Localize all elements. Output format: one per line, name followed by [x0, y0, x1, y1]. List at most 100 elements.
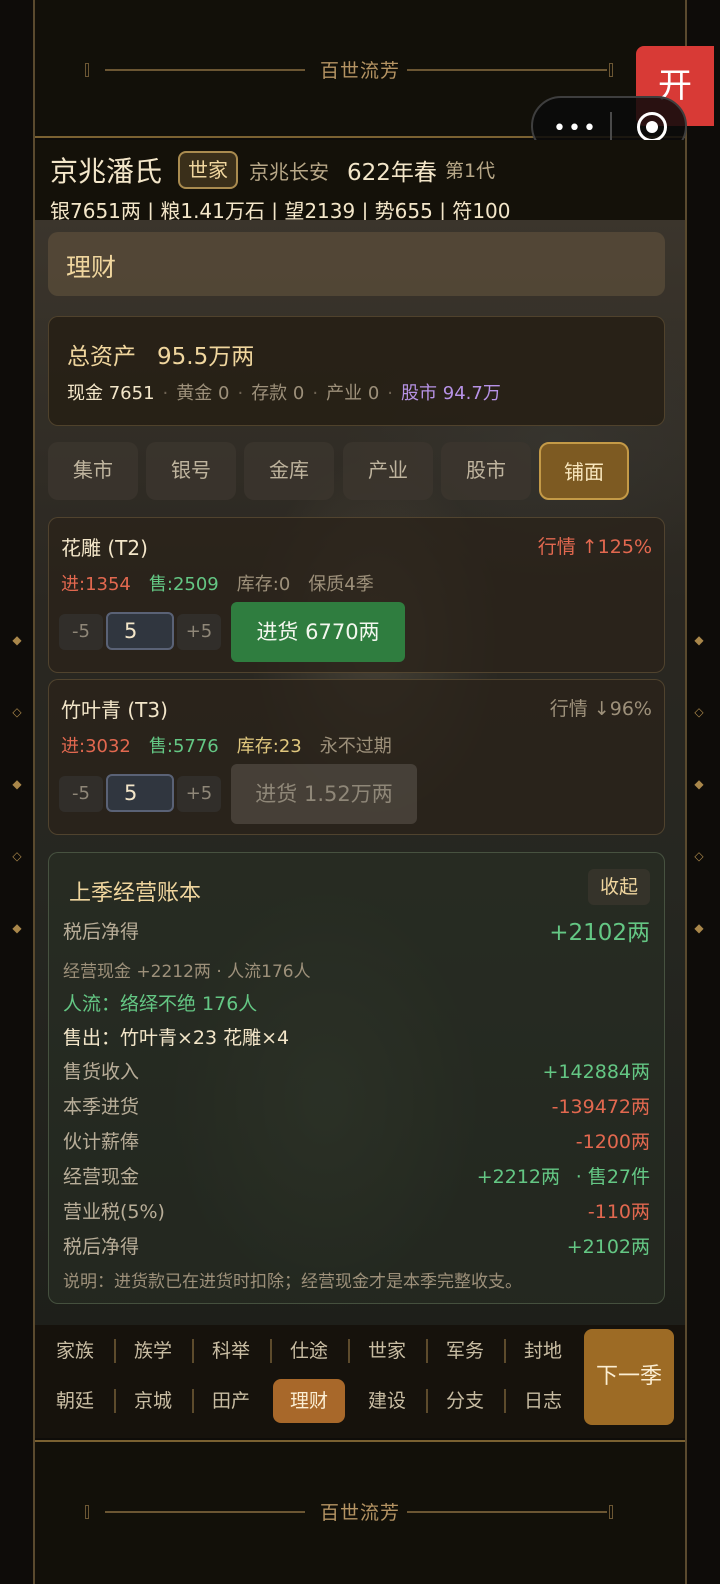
date-text: 622年春: [347, 160, 437, 186]
ledger-note: 说明：进货款已在进货时扣除；经营现金才是本季完整收支。: [63, 1272, 522, 1292]
plus-five-button[interactable]: +5: [177, 614, 221, 650]
nav-item-finance[interactable]: 理财: [273, 1379, 345, 1423]
minus-five-button[interactable]: -5: [59, 614, 103, 650]
goods-info: 进:3032 售:5776 库存:23 永不过期: [61, 732, 410, 758]
market-trend: 行情 ↑125%: [537, 536, 652, 558]
bottom-navigation: 家族 族学 科举 仕途 世家 军务 封地 朝廷 京城 田产 理财 建设 分支 日…: [35, 1325, 685, 1438]
minus-five-button[interactable]: -5: [59, 776, 103, 812]
stock-count: 库存:23: [236, 736, 302, 757]
row-label: 售货收入: [63, 1061, 140, 1083]
location-text: 京兆长安: [249, 160, 329, 184]
separator: ·: [312, 383, 319, 404]
nav-item-exam[interactable]: 科举: [192, 1329, 270, 1373]
more-dots-icon[interactable]: •••: [553, 116, 598, 141]
next-season-button[interactable]: 下一季: [584, 1329, 674, 1425]
banner-line-right: [407, 1511, 607, 1513]
quantity-input[interactable]: 5: [106, 774, 174, 812]
goods-name: 花雕 (T2): [61, 536, 148, 560]
family-header: 京兆潘氏 世家 京兆长安 622年春 第1代 银7651两 | 粮1.41万石 …: [35, 140, 685, 223]
frame-right-line: [685, 0, 687, 1584]
sell-price: 售:5776: [148, 736, 219, 757]
restock-button[interactable]: 进货 6770两: [231, 602, 405, 662]
banner-cap-right: [609, 63, 613, 77]
finance-tabs: 集市 银号 金库 产业 股市 铺面: [48, 442, 668, 500]
tab-market[interactable]: 集市: [48, 442, 138, 500]
row-label: 税后净得: [63, 1236, 140, 1258]
restock-button[interactable]: 进货 1.52万两: [231, 764, 417, 824]
asset-summary-card: 总资产 95.5万两 现金 7651 · 黄金 0 · 存款 0 · 产业 0 · 股市 94.…: [48, 316, 665, 426]
nav-item-career[interactable]: 仕途: [270, 1329, 348, 1373]
banner-cap-right: [609, 1505, 613, 1519]
tab-bank[interactable]: 银号: [146, 442, 236, 500]
sell-price: 售:2509: [148, 574, 219, 595]
nav-item-capital[interactable]: 京城: [114, 1379, 192, 1423]
section-title: 理财: [66, 253, 117, 282]
row-label: 伙计薪俸: [63, 1131, 140, 1153]
nav-item-construction[interactable]: 建设: [348, 1379, 426, 1423]
gold-amount: 黄金 0: [176, 383, 230, 404]
stock-amount: 股市 94.7万: [401, 383, 501, 404]
capsule-divider: [610, 112, 612, 142]
collapse-button[interactable]: 收起: [588, 869, 650, 905]
nav-item-school[interactable]: 族学: [114, 1329, 192, 1373]
traffic-line: 人流：络绎不绝 176人: [63, 993, 258, 1015]
separator: ·: [387, 383, 394, 404]
row-value: -1200两: [575, 1131, 650, 1153]
net-value: +2102两: [549, 920, 650, 946]
net-label: 税后净得: [63, 921, 140, 943]
nav-item-log[interactable]: 日志: [504, 1379, 582, 1423]
plus-five-button[interactable]: +5: [177, 776, 221, 812]
bottom-banner: 百世流芳: [35, 1440, 685, 1584]
nav-item-clans[interactable]: 世家: [348, 1329, 426, 1373]
nav-item-branches[interactable]: 分支: [426, 1379, 504, 1423]
tab-shop[interactable]: 铺面: [539, 442, 629, 500]
row-label: 经营现金: [63, 1166, 140, 1188]
row-value: -139472两: [551, 1096, 650, 1118]
shelf-life: 保质4季: [308, 574, 374, 595]
row-label: 本季进货: [63, 1096, 140, 1118]
nav-item-farmland[interactable]: 田产: [192, 1379, 270, 1423]
shelf-life: 永不过期: [319, 736, 392, 757]
tab-stock-market[interactable]: 股市: [441, 442, 531, 500]
row-value: +2102两: [566, 1236, 650, 1258]
tab-industry[interactable]: 产业: [343, 442, 433, 500]
quantity-input[interactable]: 5: [106, 612, 174, 650]
market-trend: 行情 ↓96%: [549, 698, 652, 720]
buy-price: 进:3032: [61, 736, 131, 757]
total-assets-value: 95.5万两: [157, 344, 255, 370]
nav-item-court[interactable]: 朝廷: [36, 1379, 114, 1423]
nav-item-military[interactable]: 军务: [426, 1329, 504, 1373]
rank-badge: 世家: [178, 151, 238, 189]
ledger-panel: 上季经营账本 收起 税后净得 +2102两 经营现金 +2212两 · 人流17…: [48, 852, 665, 1304]
goods-card-zhuyeqing: 竹叶青 (T3) 行情 ↓96% 进:3032 售:5776 库存:23 永不过期 -…: [48, 679, 665, 835]
row-label: 营业税(5%): [63, 1201, 165, 1223]
nav-item-family[interactable]: 家族: [36, 1329, 114, 1373]
nav-item-fief[interactable]: 封地: [504, 1329, 582, 1373]
goods-name: 竹叶青 (T3): [61, 698, 168, 722]
row-extra: · 售27件: [575, 1166, 650, 1188]
banner-line-right: [407, 69, 607, 71]
target-icon[interactable]: [637, 112, 667, 142]
section-title-bar: 理财: [48, 232, 665, 296]
ledger-title: 上季经营账本: [69, 881, 202, 906]
separator: ·: [162, 383, 169, 404]
tab-vault[interactable]: 金库: [244, 442, 334, 500]
row-value: -110两: [587, 1201, 650, 1223]
row-value: +2212两: [476, 1166, 560, 1188]
goods-card-huadiao: 花雕 (T2) 行情 ↑125% 进:1354 售:2509 库存:0 保质4季 -5…: [48, 517, 665, 673]
industry-amount: 产业 0: [326, 383, 380, 404]
row-value: +142884两: [542, 1061, 650, 1083]
ledger-summary: 经营现金 +2212两 · 人流176人: [63, 962, 311, 982]
separator: ·: [237, 383, 244, 404]
right-ornament: ◆ ◇ ◆ ◇ ◆: [694, 633, 704, 935]
deposit-amount: 存款 0: [251, 383, 305, 404]
asset-breakdown: 现金 7651 · 黄金 0 · 存款 0 · 产业 0 · 股市 94.7万: [67, 379, 501, 405]
total-assets-label: 总资产: [67, 344, 136, 370]
buy-price: 进:1354: [61, 574, 131, 595]
goods-info: 进:1354 售:2509 库存:0 保质4季: [61, 570, 392, 596]
generation-text: 第1代: [445, 160, 496, 182]
stock-count: 库存:0: [236, 574, 291, 595]
left-ornament: ◆ ◇ ◆ ◇ ◆: [12, 633, 22, 935]
cash-amount: 现金 7651: [67, 383, 155, 404]
sold-line: 售出：竹叶青×23 花雕×4: [63, 1027, 290, 1049]
